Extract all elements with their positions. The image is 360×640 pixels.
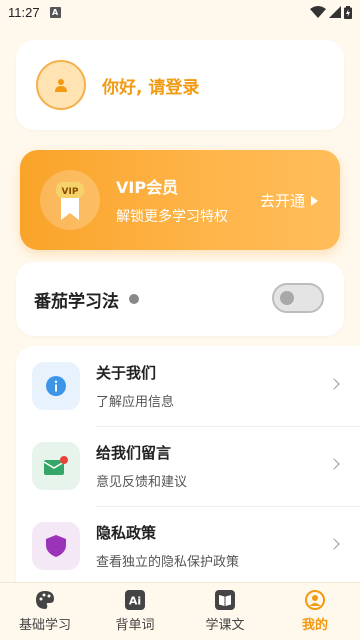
vip-banner[interactable]: VIP VIP会员 解锁更多学习特权 去开通 (20, 150, 340, 250)
ai-icon: Ai (125, 590, 145, 610)
book-icon (215, 590, 235, 610)
chevron-right-icon (328, 538, 340, 550)
notification-icon: A (49, 6, 61, 18)
palette-icon (35, 590, 55, 610)
tomato-setting: 番茄学习法 (16, 262, 344, 336)
toggle-knob (280, 291, 294, 305)
chevron-right-icon (328, 378, 340, 390)
ai-icon-text: Ai (129, 595, 141, 608)
info-icon-wrap (32, 362, 80, 410)
tomato-label: 番茄学习法 (34, 291, 119, 312)
profile-icon (305, 590, 325, 610)
tab-label: 学课文 (205, 618, 245, 633)
vip-open-label: 去开通 (259, 192, 305, 210)
tab-label: 我的 (301, 618, 328, 633)
vip-open-button[interactable]: 去开通 (260, 190, 318, 211)
avatar[interactable] (36, 60, 86, 110)
settings-menu: 关于我们 了解应用信息 给我们留言 意见反馈和建议 隐私政策 查看独立的隐私保护… (16, 346, 360, 586)
chevron-right-icon (328, 458, 340, 470)
tab-label: 背单词 (115, 618, 155, 633)
bottom-tab-bar: 基础学习 Ai 背单词 学课文 我的 (0, 582, 360, 640)
menu-item-feedback[interactable]: 给我们留言 意见反馈和建议 (32, 426, 360, 506)
status-bar: 11:27 A (0, 0, 360, 24)
wifi-icon (310, 6, 326, 18)
battery-icon (344, 5, 352, 19)
mail-icon (43, 456, 68, 475)
vip-subtitle: 解锁更多学习特权 (116, 209, 228, 225)
vip-text: VIP会员 解锁更多学习特权 (116, 174, 228, 226)
tab-mine[interactable]: 我的 (270, 583, 360, 640)
tab-vocabulary[interactable]: Ai 背单词 (90, 583, 180, 640)
login-card[interactable]: 你好, 请登录 (16, 40, 344, 130)
info-icon (46, 376, 66, 396)
menu-subtitle: 意见反馈和建议 (96, 475, 188, 490)
menu-title: 给我们留言 (96, 444, 172, 462)
menu-texts: 给我们留言 意见反馈和建议 (96, 442, 187, 490)
tab-basic-learning[interactable]: 基础学习 (0, 583, 90, 640)
shield-icon (46, 535, 66, 557)
help-icon[interactable] (129, 294, 139, 304)
mail-icon-wrap (32, 442, 80, 490)
menu-texts: 关于我们 了解应用信息 (96, 362, 174, 410)
menu-subtitle: 查看独立的隐私保护政策 (96, 555, 240, 570)
vip-title: VIP会员 (116, 178, 179, 197)
status-icons (310, 5, 352, 19)
menu-item-privacy[interactable]: 隐私政策 查看独立的隐私保护政策 (32, 506, 360, 586)
login-prompt[interactable]: 你好, 请登录 (102, 73, 199, 98)
menu-subtitle: 了解应用信息 (96, 395, 175, 410)
menu-texts: 隐私政策 查看独立的隐私保护政策 (96, 522, 239, 570)
ribbon-badge-icon: VIP (56, 182, 84, 220)
status-time: 11:27 (8, 4, 40, 20)
menu-item-about[interactable]: 关于我们 了解应用信息 (32, 346, 360, 426)
play-arrow-icon (311, 195, 318, 206)
menu-title: 隐私政策 (96, 524, 157, 542)
menu-title: 关于我们 (96, 364, 157, 382)
cellular-icon (329, 6, 341, 18)
tomato-toggle[interactable] (272, 283, 324, 313)
vip-badge: VIP (40, 170, 100, 230)
tab-lessons[interactable]: 学课文 (180, 583, 270, 640)
shield-icon-wrap (32, 522, 80, 570)
vip-badge-label: VIP (62, 187, 79, 197)
tab-label: 基础学习 (18, 618, 71, 633)
user-icon (55, 79, 67, 92)
